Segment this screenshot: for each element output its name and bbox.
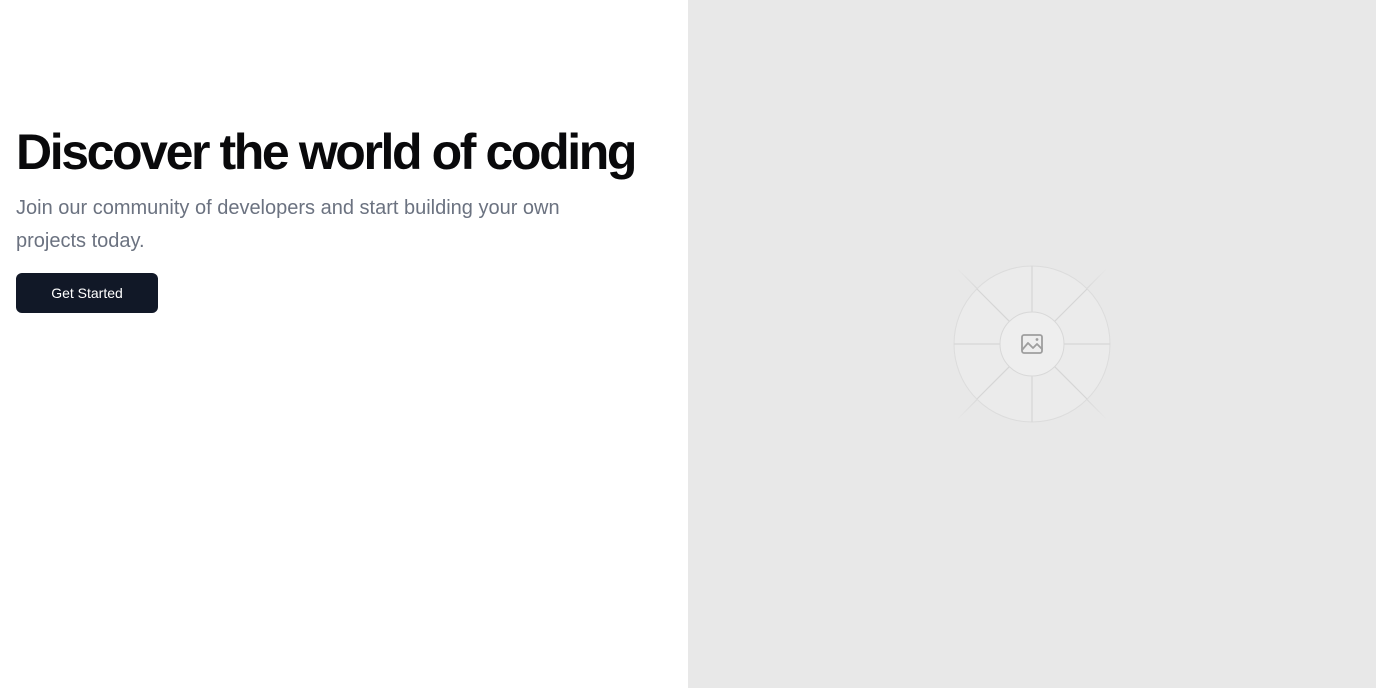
inner-circle — [999, 311, 1065, 377]
hero-section: Discover the world of coding Join our co… — [0, 0, 1376, 688]
hero-image-placeholder — [688, 0, 1376, 688]
hero-content: Discover the world of coding Join our co… — [0, 0, 688, 688]
get-started-button[interactable]: Get Started — [16, 273, 158, 313]
hero-title: Discover the world of coding — [16, 124, 637, 180]
placeholder-graphic — [920, 229, 1144, 459]
hero-subtitle: Join our community of developers and sta… — [16, 197, 560, 252]
